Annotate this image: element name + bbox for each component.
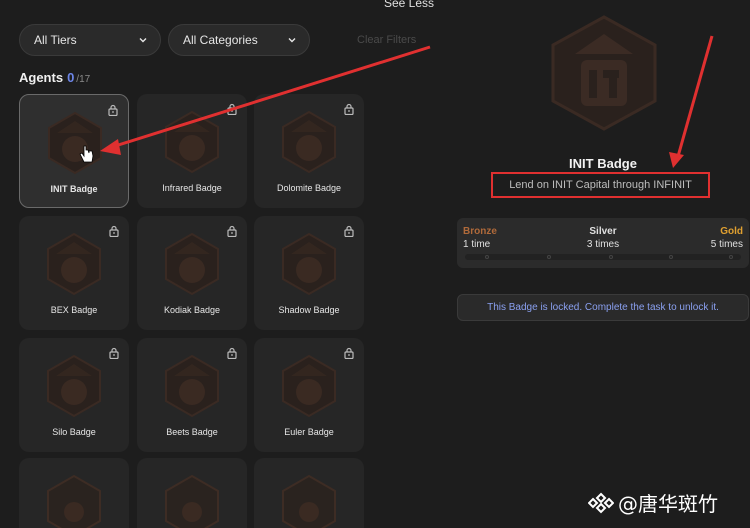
badge-card[interactable]: Dolomite Badge xyxy=(254,94,364,208)
tier-marker xyxy=(609,255,613,259)
bex-icon xyxy=(47,232,101,296)
tier-filter-label: All Tiers xyxy=(34,33,77,47)
badge-card-partial[interactable] xyxy=(19,458,129,528)
tier-filter-dropdown[interactable]: All Tiers xyxy=(19,24,161,56)
agents-heading: Agents 0/17 xyxy=(19,70,90,85)
tier-gold: Gold 5 times xyxy=(703,226,743,250)
category-filter-label: All Categories xyxy=(183,33,258,47)
lock-icon xyxy=(344,225,354,237)
badge-name: Kodiak Badge xyxy=(163,305,221,315)
lock-icon xyxy=(109,225,119,237)
lock-icon xyxy=(109,347,119,359)
badge-hex-icon xyxy=(47,474,101,528)
lock-icon xyxy=(227,103,237,115)
detail-description: Lend on INIT Capital through INFINIT xyxy=(491,172,710,198)
tier-bronze: Bronze 1 time xyxy=(463,226,497,250)
badge-hex-icon xyxy=(165,474,219,528)
badge-name: Silo Badge xyxy=(52,427,96,437)
badge-name: BEX Badge xyxy=(50,305,98,315)
tier-silver: Silver 3 times xyxy=(578,226,628,250)
lock-icon xyxy=(108,104,118,116)
tier-marker xyxy=(669,255,673,259)
tier-requirement: 3 times xyxy=(586,239,620,250)
init-icon xyxy=(48,111,102,175)
tier-name: Bronze xyxy=(463,226,497,237)
badge-card[interactable]: Beets Badge xyxy=(137,338,247,452)
lock-icon xyxy=(344,347,354,359)
agents-unlocked-count: 0 xyxy=(67,70,75,85)
badge-name: Beets Badge xyxy=(166,427,218,437)
tier-progress-track xyxy=(465,254,741,260)
lock-icon xyxy=(227,225,237,237)
chevron-down-icon xyxy=(288,38,296,43)
badge-card[interactable]: Euler Badge xyxy=(254,338,364,452)
lock-icon xyxy=(227,347,237,359)
badge-card-partial[interactable] xyxy=(137,458,247,528)
badge-hex-icon xyxy=(282,474,336,528)
category-filter-dropdown[interactable]: All Categories xyxy=(168,24,310,56)
tier-marker xyxy=(485,255,489,259)
watermark-text: @唐华斑竹 xyxy=(618,492,718,516)
badge-name: Infrared Badge xyxy=(162,183,222,193)
tier-progress: Bronze 1 time Silver 3 times Gold 5 time… xyxy=(457,218,749,268)
diamond-logo-icon xyxy=(588,492,614,513)
annotation-arrow xyxy=(675,35,714,161)
badge-card[interactable]: BEX Badge xyxy=(19,216,129,330)
badge-card[interactable]: Infrared Badge xyxy=(137,94,247,208)
detail-title: INIT Badge xyxy=(569,156,637,171)
tier-name: Gold xyxy=(720,226,743,237)
beets-icon xyxy=(165,354,219,418)
shadow-icon xyxy=(282,232,336,296)
see-less-link[interactable]: See Less xyxy=(384,0,434,10)
badge-card[interactable]: Kodiak Badge xyxy=(137,216,247,330)
chevron-down-icon xyxy=(139,38,147,43)
lock-icon xyxy=(344,103,354,115)
dolomite-icon xyxy=(282,110,336,174)
tier-name: Silver xyxy=(589,226,617,237)
clear-filters-button[interactable]: Clear Filters xyxy=(357,34,416,46)
badge-card-partial[interactable] xyxy=(254,458,364,528)
silo-icon xyxy=(47,354,101,418)
agents-total-count: /17 xyxy=(76,74,91,85)
tier-requirement: 1 time xyxy=(463,239,491,250)
agents-title: Agents xyxy=(19,70,64,85)
kodiak-icon xyxy=(165,232,219,296)
badge-name: Dolomite Badge xyxy=(276,183,342,193)
badge-name: Euler Badge xyxy=(284,427,334,437)
badge-card[interactable]: Silo Badge xyxy=(19,338,129,452)
locked-message: This Badge is locked. Complete the task … xyxy=(457,294,749,321)
tier-requirement: 5 times xyxy=(710,239,743,250)
euler-icon xyxy=(282,354,336,418)
badge-card[interactable]: Shadow Badge xyxy=(254,216,364,330)
watermark: @唐华斑竹 xyxy=(588,488,718,517)
detail-badge-icon xyxy=(551,15,657,131)
badge-name: Shadow Badge xyxy=(278,305,340,315)
tier-marker xyxy=(729,255,733,259)
badge-name: INIT Badge xyxy=(50,184,98,194)
badge-card[interactable]: INIT Badge xyxy=(19,94,129,208)
tier-marker xyxy=(547,255,551,259)
infrared-icon xyxy=(165,110,219,174)
